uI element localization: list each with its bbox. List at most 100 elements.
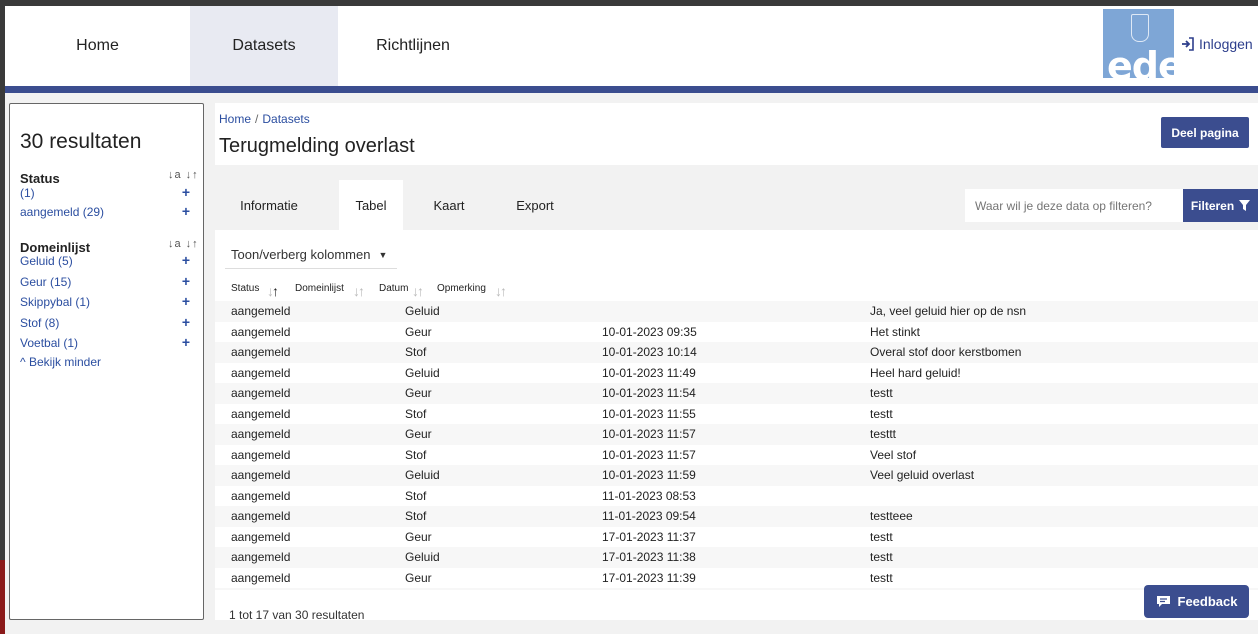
table-panel: Toon/verberg kolommen ▼ Status ↓↑ Domein… — [215, 230, 1258, 620]
plus-icon[interactable]: + — [182, 274, 190, 289]
table-cell: Geur — [405, 529, 432, 544]
table-cell: Geluid — [405, 468, 440, 482]
filter-button[interactable]: Filteren — [1183, 189, 1258, 222]
funnel-icon — [1239, 200, 1251, 211]
table-row[interactable]: aangemeld Stof 10-01-2023 11:55 testt — [215, 404, 1258, 425]
table-row[interactable]: aangemeld Stof 10-01-2023 11:57 Veel stof — [215, 445, 1258, 466]
share-page-button[interactable]: Deel pagina — [1161, 117, 1249, 148]
plus-icon[interactable]: + — [182, 185, 190, 200]
facet-item[interactable]: Skippybal (1) + — [20, 294, 190, 309]
table-cell: Veel stof — [870, 447, 917, 462]
table-cell: Geur — [405, 386, 432, 400]
tab-export[interactable]: Export — [500, 180, 570, 230]
filter-sidebar: 30 resultaten Status ↓a ↓↑ (1) + aangemel… — [9, 103, 204, 620]
show-less-link[interactable]: ^ Bekijk minder — [20, 355, 101, 369]
facet-item[interactable]: (1) + — [20, 185, 190, 200]
facet-item[interactable]: Voetbal (1) + — [20, 335, 190, 350]
top-navigation: Home Datasets Richtlijnen ede Inloggen — [5, 6, 1258, 86]
filter-button-label: Filteren — [1190, 198, 1235, 213]
logo-text: ede — [1107, 44, 1174, 78]
sort-arrows-icon[interactable]: ↓↑ — [495, 283, 507, 299]
table-cell: 17-01-2023 11:37 — [602, 529, 696, 544]
facet-item[interactable]: aangemeld (29) + — [20, 204, 190, 219]
results-count: 30 resultaten — [20, 130, 141, 154]
table-cell: Stof — [405, 509, 427, 523]
table-cell: aangemeld — [231, 427, 291, 441]
sort-arrows-icon[interactable]: ↓↑ — [353, 283, 365, 299]
toggle-columns-dropdown[interactable]: Toon/verberg kolommen ▼ — [225, 243, 397, 269]
sort-icon[interactable]: ↓a ↓↑ — [168, 238, 199, 250]
column-header-datum[interactable]: Datum — [379, 283, 408, 294]
nav-home[interactable]: Home — [5, 6, 190, 86]
crest-icon — [1131, 14, 1149, 42]
table-cell: testt — [870, 529, 893, 544]
table-cell: aangemeld — [231, 447, 291, 462]
feedback-label: Feedback — [1177, 594, 1238, 609]
feedback-button[interactable]: Feedback — [1144, 585, 1249, 618]
facet-item[interactable]: Geur (15) + — [20, 274, 190, 289]
table-cell: testteee — [870, 509, 913, 523]
sort-arrows-icon[interactable]: ↓↑ — [267, 283, 279, 299]
table-row[interactable]: aangemeld Geluid Ja, veel geluid hier op d… — [215, 301, 1258, 322]
breadcrumb-datasets[interactable]: Datasets — [262, 112, 309, 126]
table-cell: aangemeld — [231, 365, 291, 380]
plus-icon[interactable]: + — [182, 204, 190, 219]
nav-richtlijnen[interactable]: Richtlijnen — [338, 6, 488, 86]
toggle-columns-label: Toon/verberg kolommen — [231, 247, 371, 262]
table-row[interactable]: aangemeld Geluid 10-01-2023 11:49 Heel hard… — [215, 363, 1258, 384]
table-cell: Stof — [405, 345, 427, 359]
table-row[interactable]: aangemeld Stof 10-01-2023 10:14 Overal stof… — [215, 342, 1258, 363]
facet-item[interactable]: Geluid (5) + — [20, 253, 190, 268]
tab-informatie[interactable]: Informatie — [229, 180, 309, 230]
table-header: Status ↓↑ Domeinlijst ↓↑ Datum ↓↑ Opmerk… — [215, 278, 1258, 300]
ede-logo[interactable]: ede — [1103, 9, 1174, 78]
facet-item-label: Geluid (5) — [20, 254, 73, 268]
table-row[interactable]: aangemeld Stof 11-01-2023 08:53 — [215, 486, 1258, 507]
table-cell: Het stinkt — [870, 324, 921, 339]
breadcrumb-home[interactable]: Home — [219, 112, 251, 126]
facet-status-heading: Status — [20, 171, 60, 186]
table-row[interactable]: aangemeld Geur 10-01-2023 09:35 Het stinkt — [215, 322, 1258, 343]
browser-page: Home Datasets Richtlijnen ede Inloggen 3… — [5, 6, 1258, 634]
column-header-opmerking[interactable]: Opmerking — [437, 283, 486, 294]
login-link[interactable]: Inloggen — [1181, 36, 1253, 52]
tab-tabel[interactable]: Tabel — [339, 180, 403, 230]
column-header-status[interactable]: Status — [231, 283, 259, 294]
column-header-domeinlijst[interactable]: Domeinlijst — [295, 283, 344, 294]
comment-icon — [1156, 596, 1170, 607]
table-cell: aangemeld — [231, 406, 291, 421]
table-row[interactable]: aangemeld Geur 10-01-2023 11:57 testtt — [215, 424, 1258, 445]
plus-icon[interactable]: + — [182, 253, 190, 268]
table-cell: testt — [870, 550, 893, 564]
table-cell: aangemeld — [231, 304, 291, 318]
table-cell: aangemeld — [231, 345, 291, 359]
sort-icon[interactable]: ↓a ↓↑ — [168, 169, 199, 181]
table-row[interactable]: aangemeld Geluid 17-01-2023 11:38 testt — [215, 547, 1258, 568]
table-row[interactable]: aangemeld Geur 17-01-2023 11:37 testt — [215, 527, 1258, 548]
table-cell: 10-01-2023 11:54 — [602, 386, 696, 400]
plus-icon[interactable]: + — [182, 335, 190, 350]
table-cell: Stof — [405, 406, 427, 421]
table-cell: testt — [870, 386, 893, 400]
show-less-label: Bekijk minder — [28, 355, 102, 369]
facet-item[interactable]: Stof (8) + — [20, 315, 190, 330]
table-cell: 10-01-2023 11:55 — [602, 406, 696, 421]
nav-datasets[interactable]: Datasets — [190, 6, 338, 86]
plus-icon[interactable]: + — [182, 294, 190, 309]
table-cell: 10-01-2023 11:57 — [602, 427, 696, 441]
table-row[interactable]: aangemeld Geur 17-01-2023 11:39 testt — [215, 568, 1258, 589]
chevron-up-icon: ^ — [20, 355, 26, 369]
tab-kaart[interactable]: Kaart — [419, 180, 479, 230]
facet-item-label: (1) — [20, 186, 35, 200]
table-row[interactable]: aangemeld Geur 10-01-2023 11:54 testt — [215, 383, 1258, 404]
table-cell: 17-01-2023 11:38 — [602, 550, 696, 564]
table-cell: testt — [870, 570, 893, 585]
table-row[interactable]: aangemeld Geluid 10-01-2023 11:59 Veel gelu… — [215, 465, 1258, 486]
table-cell: 11-01-2023 08:53 — [602, 488, 696, 503]
filter-input[interactable] — [965, 189, 1183, 222]
table-cell: aangemeld — [231, 509, 291, 523]
plus-icon[interactable]: + — [182, 315, 190, 330]
sort-arrows-icon[interactable]: ↓↑ — [412, 283, 424, 299]
facet-item-label: Geur (15) — [20, 275, 72, 289]
table-row[interactable]: aangemeld Stof 11-01-2023 09:54 testteee — [215, 506, 1258, 527]
